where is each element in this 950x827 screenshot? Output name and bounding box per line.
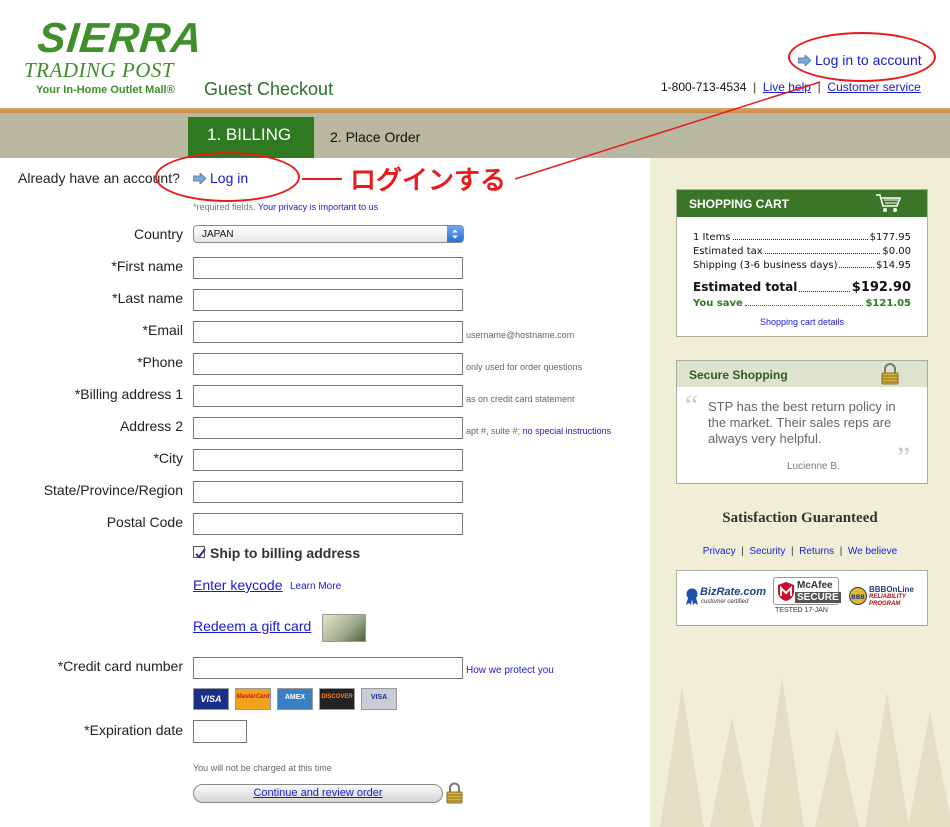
annotation-lines bbox=[302, 81, 821, 180]
annotation-login-text: ログインする bbox=[350, 166, 507, 196]
